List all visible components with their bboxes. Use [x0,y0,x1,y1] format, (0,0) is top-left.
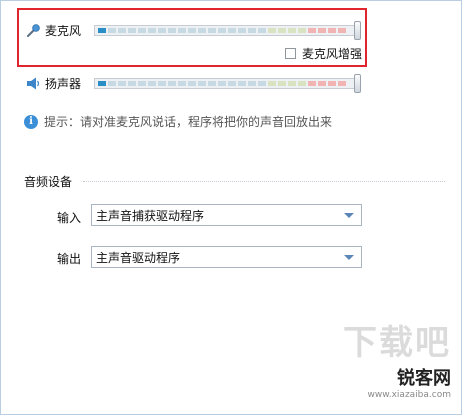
meter-segment [228,28,236,33]
meter-segment [258,81,266,86]
input-device-label: 输入 [57,211,82,225]
output-device-select[interactable]: 主声音驱动程序 [91,246,362,268]
meter-segment [208,28,216,33]
chevron-down-icon[interactable] [344,255,354,260]
speaker-volume-slider[interactable] [354,74,361,93]
site-watermark: 下载吧 锐客网 www.xiazaiba.com [343,315,451,400]
watermark-big-text: 下载吧 [343,323,451,363]
meter-segment [268,81,276,86]
meter-segment [218,81,226,86]
meter-segment [298,28,306,33]
output-device-label: 输出 [57,252,82,266]
meter-segment [118,81,126,86]
meter-segment [328,81,336,86]
meter-segment [308,81,316,86]
meter-segment [248,28,256,33]
meter-segment [98,28,106,33]
meter-segment [228,81,236,86]
meter-segment [198,81,206,86]
meter-segment [208,81,216,86]
meter-segment [338,81,346,86]
input-device-select[interactable]: 主声音捕获驱动程序 [91,204,362,226]
meter-segment [298,81,306,86]
microphone-level-meter[interactable] [94,21,361,40]
speaker-level-meter[interactable] [94,74,361,93]
meter-segment [318,81,326,86]
meter-segment [138,28,146,33]
meter-segment [188,28,196,33]
chevron-down-icon[interactable] [344,213,354,218]
mic-enhance-option[interactable]: 麦克风增强 [285,45,362,62]
meter-segment [128,81,136,86]
speaker-icon [25,76,41,92]
audio-settings-panel: 麦克风 麦克风增强 扬声器 i 提示：请对准麦克风说话，程序将把你的声音回放出来… [0,0,462,415]
microphone-row: 麦克风 [25,22,81,39]
hint-text: 提示：请对准麦克风说话，程序将把你的声音回放出来 [44,115,333,129]
meter-segment [108,28,116,33]
input-device-value: 主声音捕获驱动程序 [96,208,205,223]
watermark-url: www.xiazaiba.com [367,390,451,400]
meter-segment [148,81,156,86]
watermark-logo: 锐客网 [397,368,451,389]
info-icon: i [24,114,38,129]
microphone-icon [25,23,41,39]
meter-segment [268,28,276,33]
meter-segment [278,81,286,86]
microphone-volume-slider[interactable] [354,21,361,40]
meter-segment [98,81,106,86]
meter-segment [158,28,166,33]
meter-segment [178,28,186,33]
meter-segment [218,28,226,33]
output-device-value: 主声音驱动程序 [96,250,181,265]
meter-segment [278,28,286,33]
meter-segment [158,81,166,86]
meter-segment [238,28,246,33]
meter-segment [288,81,296,86]
meter-segment [108,81,116,86]
meter-segment [288,28,296,33]
meter-segment [238,81,246,86]
meter-segment [318,28,326,33]
meter-segment [328,28,336,33]
meter-segment [258,28,266,33]
meter-segment [308,28,316,33]
meter-segment [118,28,126,33]
hint-row: i 提示：请对准麦克风说话，程序将把你的声音回放出来 [24,113,332,130]
microphone-label: 麦克风 [45,24,82,38]
meter-segment [178,81,186,86]
meter-segment [168,28,176,33]
speaker-row: 扬声器 [25,75,81,92]
mic-enhance-checkbox[interactable] [285,48,296,59]
mic-enhance-label: 麦克风增强 [302,47,363,61]
speaker-label: 扬声器 [45,77,82,91]
meter-segment [198,28,206,33]
meter-segment [188,81,196,86]
audio-devices-title: 音频设备 [24,175,73,189]
section-divider [83,181,445,182]
meter-segment [338,28,346,33]
meter-segment [148,28,156,33]
meter-segment [248,81,256,86]
meter-segment [138,81,146,86]
meter-segment [128,28,136,33]
meter-segment [168,81,176,86]
